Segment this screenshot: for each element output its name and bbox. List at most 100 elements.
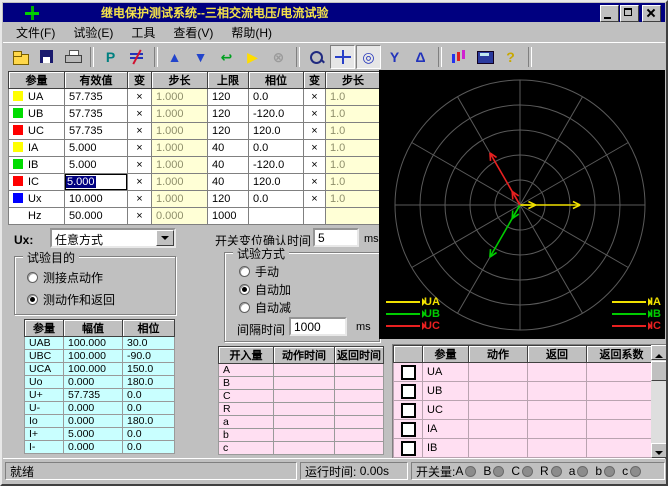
limit-cell[interactable]: 1000 xyxy=(208,208,249,225)
step2-cell[interactable]: 1.0 xyxy=(326,191,381,208)
delta-connection-icon[interactable]: Δ xyxy=(408,45,433,69)
radio-icon[interactable] xyxy=(239,302,250,313)
var2-cell[interactable]: × xyxy=(304,106,326,123)
limit-cell[interactable]: 40 xyxy=(208,157,249,174)
value-cell[interactable]: 57.735 xyxy=(65,123,128,140)
mode-option-1[interactable]: 自动加 xyxy=(239,281,291,298)
var1-cell[interactable]: × xyxy=(128,89,152,106)
radio-icon[interactable] xyxy=(239,284,250,295)
limit-cell[interactable]: 40 xyxy=(208,140,249,157)
checkbox[interactable] xyxy=(401,422,416,437)
step2-cell[interactable]: 1.0 xyxy=(326,174,381,191)
limit-cell[interactable]: 40 xyxy=(208,174,249,191)
menu-help[interactable]: 帮助(H) xyxy=(222,22,281,43)
switch-confirm-input[interactable]: 5 xyxy=(313,228,359,247)
crosshair-icon[interactable] xyxy=(330,45,355,69)
stop-icon[interactable]: ⊗ xyxy=(266,45,291,69)
var2-cell[interactable]: × xyxy=(304,174,326,191)
limit-cell[interactable]: 120 xyxy=(208,191,249,208)
mode-option-2[interactable]: 自动减 xyxy=(239,299,291,316)
step1-cell[interactable]: 1.000 xyxy=(152,174,208,191)
menu-test[interactable]: 试验(E) xyxy=(64,22,122,43)
menu-file[interactable]: 文件(F) xyxy=(7,22,64,43)
chevron-down-icon[interactable] xyxy=(156,230,174,246)
mode-option-0[interactable]: 手动 xyxy=(239,263,279,280)
scrollbar-thumb[interactable] xyxy=(651,361,667,381)
value-cell[interactable]: 57.735 xyxy=(65,106,128,123)
p-marker-icon[interactable]: P xyxy=(98,45,123,69)
step2-cell[interactable]: 1.0 xyxy=(326,123,381,140)
run-icon[interactable]: ▶ xyxy=(240,45,265,69)
step1-cell[interactable]: 1.000 xyxy=(152,89,208,106)
radio-icon[interactable] xyxy=(27,294,38,305)
phase-cell[interactable]: 0.0 xyxy=(249,89,304,106)
calculator-icon[interactable] xyxy=(472,45,497,69)
value-cell[interactable]: 50.000 xyxy=(65,208,128,225)
var1-cell[interactable]: × xyxy=(128,106,152,123)
undo-icon[interactable]: ↩ xyxy=(214,45,239,69)
phase-cell[interactable]: 0.0 xyxy=(249,191,304,208)
value-cell[interactable]: 5.000 xyxy=(65,140,128,157)
radio-icon[interactable] xyxy=(27,272,38,283)
value-cell[interactable]: 57.735 xyxy=(65,89,128,106)
menu-tools[interactable]: 工具 xyxy=(122,22,164,43)
step1-cell[interactable]: 1.000 xyxy=(152,123,208,140)
phase-cell[interactable]: -120.0 xyxy=(249,157,304,174)
value-editbox[interactable]: 5.000 xyxy=(65,174,127,190)
value-cell[interactable]: 5.000 xyxy=(65,174,128,191)
step1-cell[interactable]: 1.000 xyxy=(152,191,208,208)
step1-cell[interactable]: 0.000 xyxy=(152,208,208,225)
scroll-up-icon[interactable] xyxy=(651,345,667,360)
purpose-option-0[interactable]: 测接点动作 xyxy=(27,269,103,286)
bar-chart-icon[interactable] xyxy=(446,45,471,69)
step2-cell[interactable]: 1.0 xyxy=(326,140,381,157)
phase-cell[interactable]: 120.0 xyxy=(249,174,304,191)
value-cell[interactable]: 10.000 xyxy=(65,191,128,208)
phase-cell[interactable] xyxy=(249,208,304,225)
menu-view[interactable]: 查看(V) xyxy=(164,22,222,43)
purpose-option-1[interactable]: 测动作和返回 xyxy=(27,291,115,308)
radio-icon[interactable] xyxy=(239,266,250,277)
var1-cell[interactable]: × xyxy=(128,191,152,208)
var2-cell[interactable]: × xyxy=(304,123,326,140)
minimize-button[interactable] xyxy=(600,5,619,22)
interval-input[interactable]: 1000 xyxy=(289,317,347,336)
open-icon[interactable] xyxy=(8,45,33,69)
zoom-in-icon[interactable] xyxy=(304,45,329,69)
maximize-button[interactable] xyxy=(620,5,639,22)
var2-cell[interactable]: × xyxy=(304,89,326,106)
save-icon[interactable] xyxy=(34,45,59,69)
step1-cell[interactable]: 1.000 xyxy=(152,157,208,174)
print-icon[interactable] xyxy=(60,45,85,69)
ux-mode-select[interactable]: 任意方式 xyxy=(50,228,176,248)
checkbox[interactable] xyxy=(401,384,416,399)
step-down-icon[interactable]: ▼ xyxy=(188,45,213,69)
var2-cell[interactable]: × xyxy=(304,140,326,157)
var1-cell[interactable]: × xyxy=(128,157,152,174)
phase-cell[interactable]: -120.0 xyxy=(249,106,304,123)
var2-cell[interactable]: × xyxy=(304,191,326,208)
checkbox[interactable] xyxy=(401,365,416,380)
step1-cell[interactable]: 1.000 xyxy=(152,140,208,157)
step-up-icon[interactable]: ▲ xyxy=(162,45,187,69)
close-button[interactable] xyxy=(642,5,661,22)
var1-cell[interactable]: × xyxy=(128,140,152,157)
step2-cell[interactable]: 1.0 xyxy=(326,106,381,123)
var1-cell[interactable]: × xyxy=(128,123,152,140)
step2-cell[interactable] xyxy=(326,208,381,225)
scroll-down-icon[interactable] xyxy=(651,443,667,458)
limit-cell[interactable]: 120 xyxy=(208,123,249,140)
var1-cell[interactable]: × xyxy=(128,174,152,191)
var2-cell[interactable]: × xyxy=(304,157,326,174)
scrollbar[interactable] xyxy=(651,345,667,458)
step2-cell[interactable]: 1.0 xyxy=(326,89,381,106)
phasor-icon[interactable] xyxy=(124,45,149,69)
polar-view-icon[interactable]: ◎ xyxy=(356,45,381,69)
step1-cell[interactable]: 1.000 xyxy=(152,106,208,123)
checkbox[interactable] xyxy=(401,403,416,418)
y-connection-icon[interactable]: Y xyxy=(382,45,407,69)
step2-cell[interactable]: 1.0 xyxy=(326,157,381,174)
limit-cell[interactable]: 120 xyxy=(208,89,249,106)
checkbox[interactable] xyxy=(401,441,416,456)
var1-cell[interactable]: × xyxy=(128,208,152,225)
